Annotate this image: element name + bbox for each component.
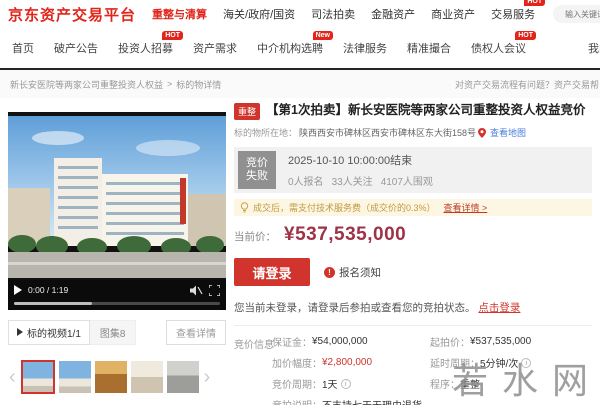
secondary-nav: 首页 破产公告 投资人招募 HOT 资产需求 中介机构选聘 New 法律服务 精… [0, 28, 600, 70]
thumbnail-4[interactable] [130, 361, 163, 393]
subnav-investor-recruit[interactable]: 投资人招募 HOT [118, 31, 183, 56]
thumbnail-5[interactable] [166, 361, 199, 393]
new-badge: New [312, 31, 333, 40]
stat-view: 4107人围观 [380, 177, 433, 188]
lot-title: 【第1次拍卖】新长安医院等两家公司重整投资人权益竞价 [266, 103, 586, 117]
primary-nav: 重整与清算 海关/政府/国资 司法拍卖 金融资产 商业资产 交易服务 HOT [152, 0, 546, 22]
view-map-link[interactable]: 查看地图 [490, 126, 526, 139]
thumbs-prev-icon[interactable]: ‹ [8, 367, 17, 387]
subnav-legal-services[interactable]: 法律服务 [343, 40, 387, 56]
auction-stats: 0人报名 33人关注 4107人围观 [288, 173, 433, 188]
bid-info-label: 竞价信息 [234, 340, 274, 351]
fee-notice-bar: 成交后，需支付技术服务费（成交价的0.3%） 查看详情 > [234, 199, 592, 216]
field-start-price: 起拍价： ¥537,535,000 [430, 336, 532, 349]
hospital-photo [8, 116, 226, 278]
breadcrumb-current: 标的物详情 [176, 79, 222, 90]
subnav-intermediary[interactable]: 中介机构选聘 New [257, 31, 333, 56]
current-price-row: 当前价： ¥537,535,000 [234, 224, 592, 246]
video-controls: 0:00 / 1:19 [8, 280, 226, 310]
info-icon[interactable] [340, 378, 351, 389]
nav-reorg-liquidation[interactable]: 重整与清算 [152, 6, 207, 22]
current-price-value: ¥537,535,000 [284, 224, 407, 245]
subnav-asset-demand[interactable]: 资产需求 [193, 40, 237, 56]
bulb-icon [240, 202, 249, 213]
video-player[interactable]: 0:00 / 1:19 [8, 112, 226, 310]
subnav-home[interactable]: 首页 [12, 40, 34, 56]
hot-badge: HOT [515, 31, 536, 40]
nav-customs-gov[interactable]: 海关/政府/国资 [223, 6, 295, 22]
tab-gallery[interactable]: 图集8 [89, 319, 137, 345]
login-button[interactable]: 请登录 [234, 258, 310, 286]
location-label: 标的物所在地： [234, 128, 298, 138]
hot-badge: HOT [524, 0, 546, 6]
breadcrumb-separator: > [167, 79, 173, 89]
play-icon[interactable] [14, 285, 22, 295]
field-bid-cycle: 竞价周期： 1天 [272, 376, 428, 391]
search-input[interactable] [553, 5, 600, 23]
stat-follow: 33人关注 [331, 177, 373, 188]
signup-notice-link[interactable]: ! 报名须知 [324, 265, 381, 280]
tab-target-video[interactable]: 标的视频1/1 [8, 319, 90, 345]
page: 京东资产交易平台 重整与清算 海关/政府/国资 司法拍卖 金融资产 商业资产 交… [0, 0, 600, 405]
my-account-link[interactable]: 我的 [588, 40, 600, 56]
nav-financial-assets[interactable]: 金融资产 [371, 6, 415, 22]
auction-end-time: 2025-10-10 10:00:00结束 [288, 155, 413, 167]
field-auction-note: 竞拍说明：不支持七天无理由退货 [272, 397, 428, 405]
video-progress-bar[interactable] [14, 302, 220, 305]
subnav-creditor-meeting[interactable]: 债权人会议 HOT [471, 31, 536, 56]
mute-icon[interactable] [190, 285, 203, 296]
breadcrumb: 新长安医院等两家公司重整投资人权益 > 标的物详情 对资产交易流程有问题？资产交… [0, 70, 600, 98]
thumbnail-3[interactable] [94, 361, 127, 393]
nav-commercial-assets[interactable]: 商业资产 [431, 6, 475, 22]
subnav-precise-matching[interactable]: 精准撮合 [407, 40, 451, 56]
fee-detail-link[interactable]: 查看详情 > [444, 201, 488, 214]
watermark: 若水网 [452, 360, 600, 401]
breadcrumb-path[interactable]: 新长安医院等两家公司重整投资人权益 [10, 78, 163, 91]
top-header: 京东资产交易平台 重整与清算 海关/政府/国资 司法拍卖 金融资产 商业资产 交… [0, 0, 600, 28]
fee-notice-text: 成交后，需支付技术服务费（成交价的0.3%） [253, 203, 436, 213]
thumbs-next-icon[interactable]: › [203, 367, 212, 387]
hot-badge: HOT [162, 31, 183, 40]
field-deposit: 保证金： ¥54,000,000 [272, 336, 368, 349]
login-tip: 您当前未登录，请登录后参拍或查看您的竞拍状态。 点击登录 [234, 302, 521, 314]
thumbnail-1-selected[interactable] [20, 360, 55, 394]
current-price-label: 当前价： [234, 231, 276, 243]
exclamation-icon: ! [324, 266, 335, 278]
trade-help-link[interactable]: 对资产交易流程有问题？资产交易帮 [455, 78, 599, 91]
nav-judicial-auction[interactable]: 司法拍卖 [311, 6, 355, 22]
subnav-bankruptcy-notices[interactable]: 破产公告 [54, 40, 98, 56]
location-address: 陕西西安市碑林区西安市碑林区东大街158号 [299, 128, 477, 138]
map-pin-icon [478, 127, 487, 138]
media-tabs: 标的视频1/1 图集8 查看详情 [8, 319, 226, 345]
thumbnail-strip: ‹ › [8, 356, 226, 398]
status-badge: 竞价 失败 [238, 151, 276, 189]
auction-status-box: 竞价 失败 2025-10-10 10:00:00结束 0人报名 33人关注 4… [234, 147, 592, 193]
view-details-button[interactable]: 查看详情 [166, 319, 226, 345]
fullscreen-icon[interactable] [209, 284, 220, 296]
field-increment: 加价幅度： ¥2,800,000 [272, 357, 373, 370]
video-time: 0:00 / 1:19 [28, 285, 69, 295]
thumbnail-2[interactable] [58, 361, 91, 393]
reorg-badge: 重整 [234, 103, 261, 120]
stat-signup: 0人报名 [288, 177, 324, 188]
click-login-link[interactable]: 点击登录 [478, 302, 520, 314]
location-row: 标的物所在地： 陕西西安市碑林区西安市碑林区东大街158号 查看地图 [234, 126, 592, 139]
play-small-icon [17, 328, 23, 336]
site-logo[interactable]: 京东资产交易平台 [8, 4, 136, 25]
nav-trading-services[interactable]: 交易服务 HOT [491, 0, 546, 22]
